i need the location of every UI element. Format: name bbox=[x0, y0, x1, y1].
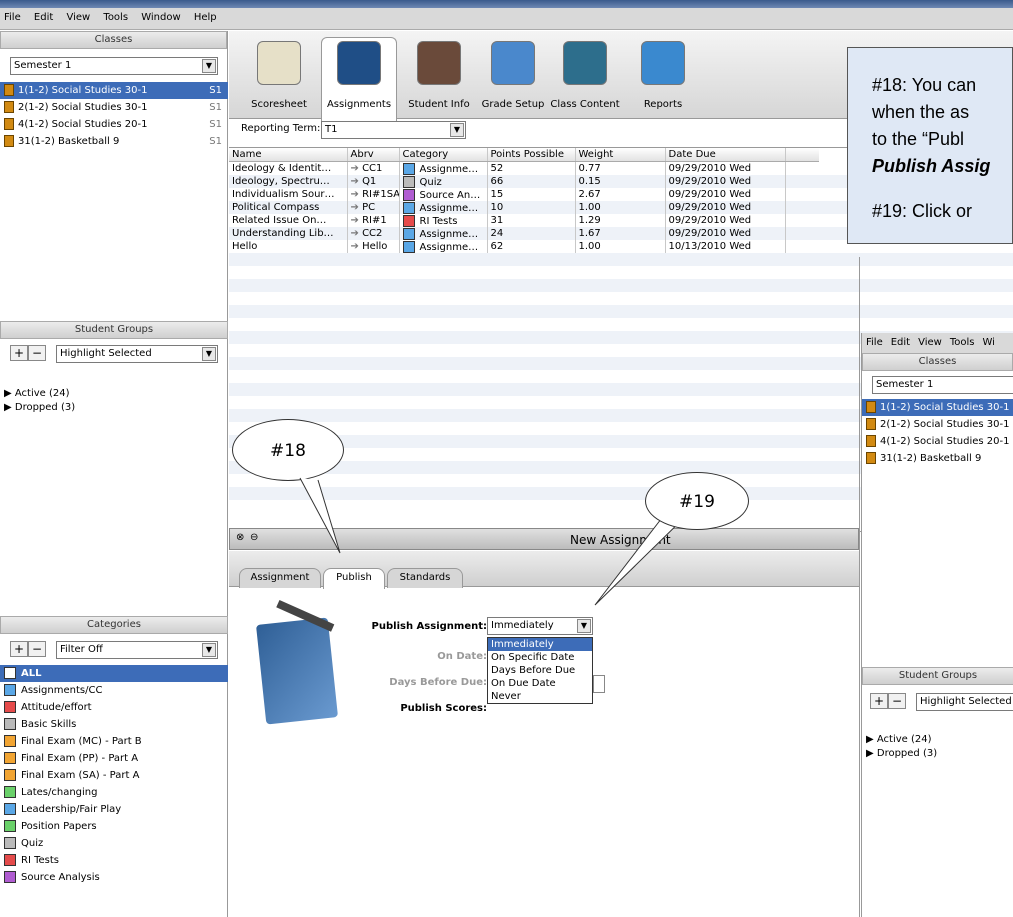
inset-group-controls: + − bbox=[870, 693, 906, 709]
inset-menu-item: View bbox=[918, 337, 942, 348]
inset-classes-title: Classes bbox=[918, 356, 957, 367]
callout-line: #19: Click or bbox=[872, 201, 973, 221]
remove-button: − bbox=[888, 693, 906, 709]
inset-groups-filter: Highlight Selected bbox=[916, 693, 1013, 711]
inset-groups-header: Student Groups bbox=[862, 667, 1013, 685]
inset-menu-item: Tools bbox=[949, 337, 975, 348]
inset-menu-item: File bbox=[866, 337, 883, 348]
callout-bubble-19: #19 bbox=[645, 472, 749, 530]
pointer-18 bbox=[299, 477, 341, 554]
instruction-callout: #18: You can when the as to the “Publ Pu… bbox=[847, 47, 1013, 244]
inset-group-label: Dropped (3) bbox=[876, 748, 938, 759]
inset-class-label: 2(1-2) Social Studies 30-1 bbox=[880, 419, 1010, 430]
inset-group-label: Active (24) bbox=[876, 734, 932, 745]
inset-class-item: 2(1-2) Social Studies 30-1 bbox=[862, 416, 1013, 433]
inset-menu-item: Edit bbox=[890, 337, 911, 348]
inset-term-select: Semester 1 bbox=[872, 376, 1013, 394]
inset-term-value: Semester 1 bbox=[876, 379, 934, 390]
book-icon bbox=[866, 435, 876, 447]
bubble-text: #19 bbox=[679, 492, 715, 512]
callout-line: Publish Assig bbox=[872, 156, 991, 176]
inset-menu: File Edit View Tools Wi bbox=[862, 333, 1013, 353]
inset-screenshot: File Edit View Tools Wi Classes Semester 1 1… bbox=[861, 333, 1013, 917]
callout-line: when the as bbox=[872, 102, 970, 122]
inset-menu-item: Wi bbox=[982, 337, 995, 348]
inset-classes-header: Classes bbox=[862, 353, 1013, 371]
inset-class-item: 1(1-2) Social Studies 30-1 bbox=[862, 399, 1013, 416]
book-icon bbox=[866, 401, 876, 413]
book-icon bbox=[866, 418, 876, 430]
inset-groups-title: Student Groups bbox=[898, 670, 978, 681]
inset-class-label: 4(1-2) Social Studies 20-1 bbox=[880, 436, 1010, 447]
inset-group-item: ▶ Active (24) bbox=[866, 734, 932, 745]
inset-class-label: 1(1-2) Social Studies 30-1 bbox=[880, 402, 1010, 413]
add-button: + bbox=[870, 693, 888, 709]
book-icon bbox=[866, 452, 876, 464]
callout-line: to the “Publ bbox=[872, 129, 965, 149]
inset-group-item: ▶ Dropped (3) bbox=[866, 748, 938, 759]
inset-class-item: 31(1-2) Basketball 9 bbox=[862, 450, 1013, 467]
callout-line: #18: You can bbox=[872, 75, 977, 95]
inset-class-label: 31(1-2) Basketball 9 bbox=[880, 453, 982, 464]
inset-groups-filter-value: Highlight Selected bbox=[920, 696, 1012, 707]
inset-class-item: 4(1-2) Social Studies 20-1 bbox=[862, 433, 1013, 450]
